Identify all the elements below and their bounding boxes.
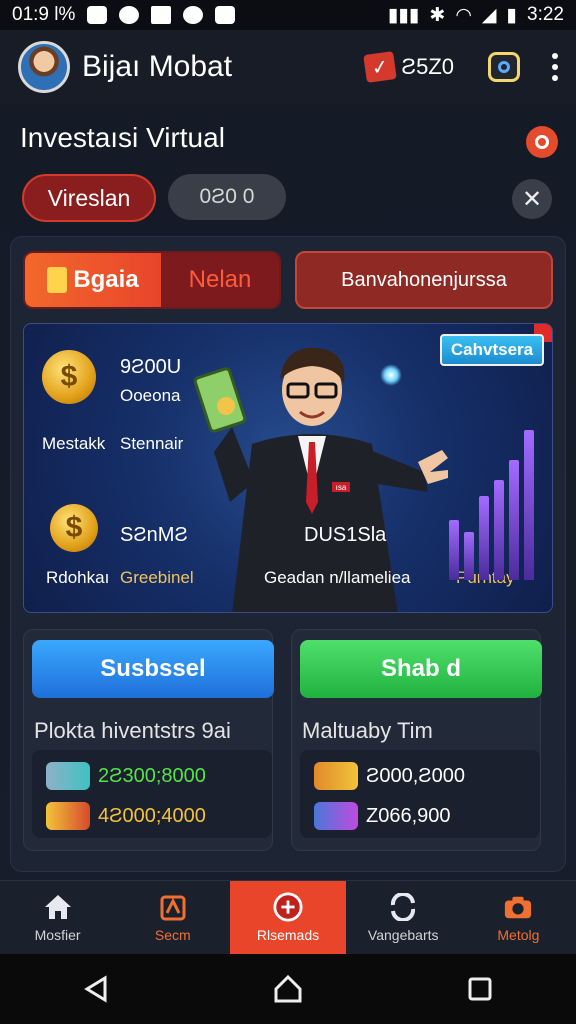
hero-value-3: DUS1Sla [304,524,387,546]
card-left-values: 2Ƨ300;8000 4Ƨ000;4000 [32,750,272,838]
list-item: 2Ƨ300;8000 [46,762,206,790]
hero-label-4: Greebinel [120,568,194,587]
tab-bank-label: Secm [154,926,191,943]
tab-left-b[interactable]: Nelan [161,253,279,307]
hero-label-2: Stennair [120,434,184,453]
hero-value-2: SƧnMƧ [120,524,188,546]
money-icon [314,762,358,790]
settings-icon [535,135,549,149]
refresh-icon [388,892,418,921]
filter-pill-active[interactable]: Vireslan [22,174,156,222]
share-button[interactable]: Shab d [300,640,542,698]
hero-badge[interactable]: Cahvtsera [440,334,544,366]
hero-label-3: Rdohkaı [46,568,110,587]
avatar[interactable] [18,41,70,93]
card-right-values: Ƨ000,Ƨ000 Z066,900 [300,750,540,838]
card-left-title: Plokta hiventstrs 9ai [34,718,231,743]
hero-label-1: Mestakk [42,434,106,453]
plus-circle-icon [273,891,303,922]
tab-exchange[interactable]: Vangebarts [346,881,461,954]
back-button[interactable] [82,975,110,1003]
home-nav-icon [274,975,302,1003]
camera-icon [503,893,533,921]
stack-icon [46,762,90,790]
wifi-icon: ◠ [455,4,472,26]
hero-value-1: 9Ƨ00U [120,356,182,378]
close-icon: ✕ [521,185,543,213]
dollar-coin-icon: $ [50,504,98,552]
tab-home-label: Mosfier [34,926,81,943]
tab-bank[interactable]: Secm [115,881,230,954]
page-title: Investaısi Virtual [20,122,225,153]
signal-bars-icon: ▮▮▮ [388,4,420,26]
home-icon [43,893,73,921]
status-bar: 01:9 l% ▮▮▮ ✱ ◠ ◢ ▮ 3:22 [0,0,576,30]
tab-exchange-label: Vangebarts [367,926,439,943]
wallet-button[interactable] [488,52,520,82]
notification-icon [151,6,172,24]
coin-icon: ✓ [363,51,398,83]
main-content: Investaısi Virtual Vireslan 0Ƨ0 0 ✕ Bgai… [0,104,576,880]
card-right-title: Maltuaby Tim [302,718,433,743]
list-item: Z066,900 [314,802,451,830]
wallet-icon [498,61,510,73]
segment-tab-right[interactable]: Banvahonenjurssa [295,251,553,309]
tab-left-a-label: Bgaia [73,266,139,293]
tab-camera-label: Metolg [497,926,540,943]
investment-panel: Bgaia Nelan Banvahonenjurssa Cahvtsera $… [10,236,566,872]
messenger-icon [87,6,108,24]
growth-chart-icon [449,430,534,580]
coins-box-icon [46,802,90,830]
bluetooth-icon: ✱ [429,4,446,26]
investment-card-left: Susbssel Plokta hiventstrs 9ai 2Ƨ300;800… [23,629,274,851]
close-button[interactable]: ✕ [512,179,552,219]
segment-tab-left[interactable]: Bgaia Nelan [23,251,281,309]
tab-camera[interactable]: Metolg [461,881,576,954]
hero-value-1-label: Ooeona [120,386,181,405]
more-menu-button[interactable] [552,53,558,81]
list-item: Ƨ000,Ƨ000 [314,762,465,790]
back-icon [84,975,107,1003]
tag-icon [47,267,68,293]
gift-box-icon [314,802,358,830]
recents-button[interactable] [466,975,494,1003]
man-badge: ısa [336,483,347,492]
cell-signal-icon: ◢ [481,4,497,26]
status-time-left: 01:9 l% [12,4,76,25]
bank-icon [158,893,188,921]
tab-home[interactable]: Mosfier [0,881,115,954]
dollar-coin-icon: $ [42,350,96,404]
list-item: 4Ƨ000;4000 [46,802,206,830]
subscribe-button[interactable]: Susbssel [32,640,274,698]
photo-icon [215,6,236,24]
app-name: Bijaı Mobat [82,50,233,83]
home-nav-button[interactable] [274,975,302,1003]
card-left-row-2: 4Ƨ000;4000 [98,804,206,827]
investment-card-right: Shab d Maltuaby Tim Ƨ000,Ƨ000 Z066,900 [291,629,542,851]
status-time-right: 3:22 [527,4,564,25]
app-bar: Bijaı Mobat ✓ Ƨ5Z0 [0,30,576,104]
settings-button[interactable] [526,126,558,158]
hero-label-5: Geadan n/llameliea [264,568,411,587]
battery-icon: ▮ [506,4,518,26]
tab-left-a[interactable]: Bgaia [25,253,161,307]
hero-banner: Cahvtsera $ 9Ƨ00U Ooeona Mestakk Stennai… [23,323,553,613]
system-nav-bar [0,954,576,1024]
tab-rewards-label: Rlsemads [256,926,320,943]
app-icon [183,6,204,24]
recents-icon [468,977,492,1001]
clock-icon [119,6,140,24]
card-right-row-2: Z066,900 [366,804,451,827]
bottom-tab-bar: Mosfier Secm Rlsemads Vangebarts Metolg [0,880,576,954]
card-left-row-1: 2Ƨ300;8000 [98,764,206,787]
coin-balance: Ƨ5Z0 [401,54,454,79]
tab-rewards[interactable]: Rlsemads [230,881,346,954]
filter-pill-value[interactable]: 0Ƨ0 0 [168,174,286,220]
card-right-row-1: Ƨ000,Ƨ000 [366,764,465,787]
